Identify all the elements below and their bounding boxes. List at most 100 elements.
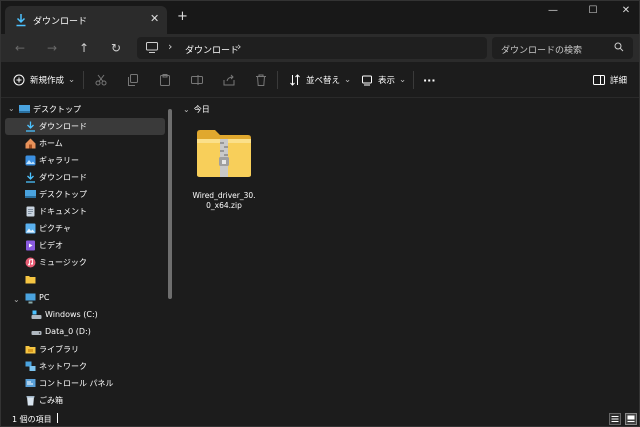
new-tab-button[interactable]: + <box>177 9 188 24</box>
drive-icon <box>31 310 42 319</box>
search-input[interactable]: ダウンロードの検索 <box>501 43 582 56</box>
cut-button[interactable] <box>95 72 107 88</box>
sidebar-item-downloads-selected[interactable]: ダウンロード <box>5 118 165 135</box>
group-header-today[interactable]: ⌄ 今日 <box>183 104 210 115</box>
new-button[interactable]: 新規作成 ⌄ <box>13 72 75 88</box>
search-box[interactable]: ダウンロードの検索 <box>492 37 633 59</box>
sidebar-item-label: ネットワーク <box>39 362 87 371</box>
desktop-icon <box>19 105 30 113</box>
download-icon <box>16 14 26 27</box>
close-window-button[interactable]: ✕ <box>616 5 636 16</box>
sidebar-item-label: ごみ箱 <box>39 396 63 405</box>
address-bar[interactable]: › ダウンロード › <box>137 37 487 59</box>
sidebar-item-recycle-bin[interactable]: ごみ箱 <box>5 392 165 409</box>
sidebar-item-pictures[interactable]: ピクチャ <box>5 220 165 237</box>
video-icon <box>26 240 35 251</box>
view-icon <box>362 75 372 86</box>
sidebar-item-videos[interactable]: ビデオ <box>5 237 165 254</box>
minimize-button[interactable]: — <box>543 5 563 16</box>
sort-label: 並べ替え <box>306 76 341 86</box>
sidebar-item-folder[interactable] <box>5 271 165 288</box>
divider <box>57 413 58 423</box>
sidebar-item-documents[interactable]: ドキュメント <box>5 203 165 220</box>
view-button[interactable]: 表示 ⌄ <box>361 72 406 88</box>
sidebar-item-network[interactable]: ネットワーク <box>5 358 165 375</box>
more-options-button[interactable]: ··· <box>423 72 436 88</box>
title-bar: ダウンロード ✕ + — ☐ ✕ <box>1 1 639 34</box>
pc-icon <box>146 42 158 53</box>
share-icon <box>223 74 235 86</box>
maximize-button[interactable]: ☐ <box>583 5 603 16</box>
sidebar-item-label: ミュージック <box>39 258 87 267</box>
sort-icon <box>290 74 300 86</box>
gallery-icon <box>25 155 36 166</box>
delete-button[interactable] <box>255 72 267 88</box>
large-icons-view-icon[interactable] <box>625 413 637 425</box>
forward-button[interactable]: → <box>43 39 61 57</box>
trash-icon <box>256 74 266 86</box>
rename-icon <box>191 75 203 85</box>
search-icon <box>614 42 624 52</box>
back-button[interactable]: ← <box>11 39 29 57</box>
file-item[interactable]: Wired_driver_30.0_x64.zip <box>191 127 257 217</box>
sidebar-item-library[interactable]: ライブラリ <box>5 341 165 358</box>
sidebar-item-label: ホーム <box>39 139 63 148</box>
sidebar-item-label: ピクチャ <box>39 224 71 233</box>
download-icon <box>26 121 35 132</box>
refresh-button[interactable]: ↻ <box>107 39 125 57</box>
drive-icon <box>31 331 42 335</box>
divider <box>413 71 414 89</box>
breadcrumb-separator[interactable]: › <box>237 40 241 53</box>
sidebar-item-desktop-top[interactable]: デスクトップ <box>5 101 165 118</box>
up-button[interactable]: ↑ <box>75 39 93 57</box>
plus-circle-icon <box>13 74 25 86</box>
chevron-down-icon: ⌄ <box>68 75 76 85</box>
sidebar-item-label: Data_0 (D:) <box>45 327 91 336</box>
details-button[interactable]: 詳細 <box>593 72 627 88</box>
chevron-down-icon: ⌄ <box>183 105 190 114</box>
divider <box>277 71 278 89</box>
breadcrumb-downloads[interactable]: ダウンロード <box>185 43 239 56</box>
details-label: 詳細 <box>610 76 628 86</box>
copy-button[interactable] <box>127 72 139 88</box>
sort-button[interactable]: 並べ替え ⌄ <box>289 72 351 88</box>
group-label: 今日 <box>193 105 210 114</box>
tab-downloads[interactable]: ダウンロード ✕ <box>5 6 167 34</box>
sidebar-item-gallery[interactable]: ギャラリー <box>5 152 165 169</box>
command-bar: 新規作成 ⌄ 並べ替え ⌄ 表示 ⌄ ··· 詳細 <box>1 62 639 98</box>
details-pane-icon <box>593 75 605 85</box>
chevron-down-icon: ⌄ <box>399 75 407 85</box>
sidebar-item-drive-c[interactable]: Windows (C:) <box>5 307 165 324</box>
music-icon <box>25 257 36 268</box>
cut-icon <box>95 74 107 86</box>
paste-button[interactable] <box>159 72 171 88</box>
recycle-bin-icon <box>26 396 35 406</box>
rename-button[interactable] <box>191 72 203 88</box>
sidebar-item-control-panel[interactable]: コントロール パネル <box>5 375 165 392</box>
zip-folder-icon <box>197 130 251 177</box>
file-list: ⌄ 今日 Wired_driver_30.0_x64.zip <box>177 99 639 410</box>
copy-icon <box>128 74 138 86</box>
sidebar-item-pc[interactable]: PC <box>5 290 165 307</box>
details-view-icon[interactable] <box>609 413 621 425</box>
share-button[interactable] <box>223 72 235 88</box>
home-icon <box>25 138 36 149</box>
file-explorer-window: ダウンロード ✕ + — ☐ ✕ ← → ↑ ↻ › ダウンロード › ダウンロ… <box>0 0 640 427</box>
sidebar-item-label: Windows (C:) <box>45 310 98 319</box>
sidebar-item-music[interactable]: ミュージック <box>5 254 165 271</box>
paste-icon <box>160 74 170 86</box>
sidebar-item-label: ダウンロード <box>39 173 87 182</box>
sidebar-item-drive-d[interactable]: Data_0 (D:) <box>5 324 165 341</box>
sidebar-item-desktop[interactable]: デスクトップ <box>5 186 165 203</box>
tab-close-icon[interactable]: ✕ <box>150 12 159 25</box>
download-icon <box>26 172 35 183</box>
control-panel-icon <box>25 379 36 387</box>
navigation-pane: ⌄ デスクトップ ダウンロード ホーム ギャラリー ダウンロード デスクトップ … <box>1 99 175 410</box>
sidebar-item-label: デスクトップ <box>33 105 81 114</box>
sidebar-item-home[interactable]: ホーム <box>5 135 165 152</box>
sidebar-item-downloads[interactable]: ダウンロード <box>5 169 165 186</box>
new-label: 新規作成 <box>30 76 65 86</box>
sidebar-scrollbar[interactable] <box>168 109 172 299</box>
document-icon <box>26 206 35 217</box>
sidebar-item-label: コントロール パネル <box>39 379 114 388</box>
